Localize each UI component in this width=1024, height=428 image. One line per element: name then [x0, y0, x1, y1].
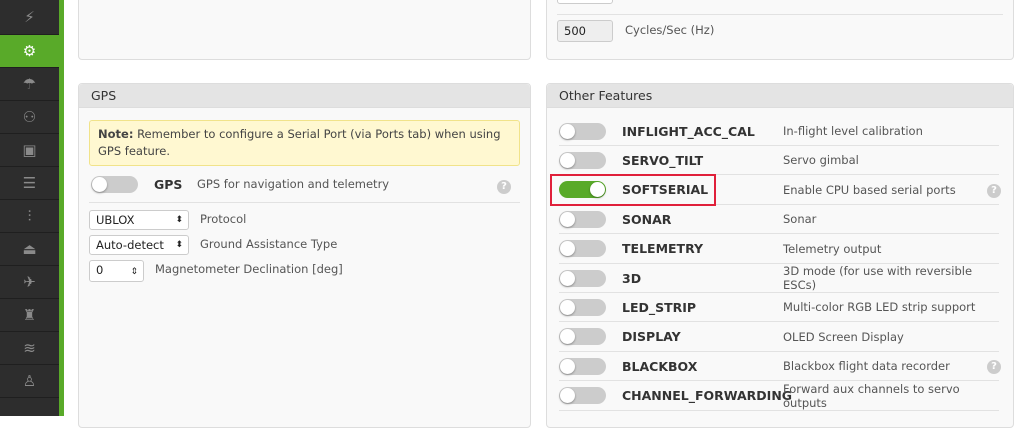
feature-toggle[interactable]	[559, 122, 606, 140]
feature-row: INFLIGHT_ACC_CAL In-flight level calibrat…	[559, 117, 999, 146]
feature-desc: In-flight level calibration	[783, 124, 923, 138]
sidebar: ⚡ ⚙ ☂ ⚇ ▣ ☰ ⫶ ⏏ ✈ ♜ ≋ ♙	[0, 0, 59, 416]
sidebar-item-robot[interactable]: ▣	[0, 134, 59, 167]
gps-note: Note: Remember to configure a Serial Por…	[89, 120, 520, 166]
plug-pin-icon: ♙	[22, 372, 37, 390]
feature-desc: Sonar	[783, 212, 817, 227]
feature-row: DISPLAY OLED Screen Display	[559, 323, 999, 352]
highlight-box	[550, 174, 716, 206]
feature-desc: Multi-color RGB LED strip support	[783, 300, 976, 315]
feature-desc: OLED Screen Display	[783, 329, 904, 344]
sidebar-item-gear[interactable]: ⚙	[0, 35, 59, 68]
feature-desc: 3D mode (for use with reversible ESCs)	[783, 264, 973, 292]
switches-icon: ☰	[22, 174, 37, 192]
sidebar-item-motor[interactable]: ⏏	[0, 233, 59, 266]
sidebar-item-switches[interactable]: ☰	[0, 167, 59, 200]
feature-name: TELEMETRY	[622, 241, 704, 257]
feature-toggle[interactable]	[559, 298, 606, 316]
feature-toggle[interactable]	[559, 269, 606, 287]
led-icon: ♜	[22, 306, 37, 324]
protocol-select[interactable]: UBLOX ⬍	[89, 210, 189, 230]
ground-assistance-select[interactable]: Auto-detect ⬍	[89, 235, 189, 255]
feature-row: BLACKBOX Blackbox flight data recorder?	[559, 352, 1001, 382]
parachute-icon: ☂	[22, 75, 37, 93]
sidebar-item-parachute[interactable]: ☂	[0, 68, 59, 101]
feature-desc: Enable CPU based serial ports	[783, 182, 956, 197]
sidebar-item-radio[interactable]: ≋	[0, 332, 59, 365]
hierarchy-icon: ⚇	[22, 108, 37, 126]
sidebar-item-satellite[interactable]: ✈	[0, 266, 59, 299]
gps-toggle[interactable]	[91, 176, 138, 193]
radio-icon: ≋	[23, 339, 36, 357]
feature-name: INFLIGHT_ACC_CAL	[622, 123, 755, 139]
select-arrows-icon: ⬍	[175, 240, 183, 250]
feature-desc: Telemetry output	[783, 241, 882, 256]
feature-row: 3D 3D mode (for use with reversible ESCs)	[559, 264, 999, 293]
sidebar-item-plug-pin[interactable]: ♙	[0, 365, 59, 398]
gear-icon: ⚙	[22, 42, 37, 60]
protocol-label: Protocol	[200, 212, 247, 226]
gps-toggle-desc: GPS for navigation and telemetry	[197, 177, 390, 191]
feature-toggle[interactable]	[559, 357, 606, 375]
feature-row: CHANNEL_FORWARDING Forward aux channels t…	[559, 382, 999, 411]
sidebar-accent-stripe	[59, 0, 64, 416]
mag-declination-input[interactable]: 0 ⇕	[89, 260, 144, 282]
feature-toggle[interactable]	[559, 328, 606, 346]
plug-icon: ⚡	[24, 8, 35, 26]
help-icon[interactable]: ?	[497, 180, 511, 194]
mag-value: 0	[96, 263, 104, 277]
top-right-panel: 2000 500 Cycles/Sec (Hz)	[546, 0, 1014, 60]
gps-title: GPS	[79, 84, 530, 108]
feature-toggle[interactable]	[559, 240, 606, 258]
sidebar-item-led[interactable]: ♜	[0, 299, 59, 332]
sidebar-item-hierarchy[interactable]: ⚇	[0, 101, 59, 134]
feature-toggle[interactable]	[559, 387, 606, 405]
note-text: Remember to configure a Serial Port (via…	[98, 127, 501, 158]
sliders-icon: ⫶	[27, 207, 32, 225]
top-left-panel	[78, 0, 531, 60]
feature-row: SONAR Sonar	[559, 205, 999, 235]
feature-desc: Forward aux channels to servo outputs	[783, 381, 960, 410]
gps-panel: GPS Note: Remember to configure a Serial…	[78, 83, 531, 428]
stepper-icon[interactable]: ⇕	[130, 263, 138, 281]
feature-row: TELEMETRY Telemetry output	[559, 235, 999, 264]
sidebar-item-plug[interactable]: ⚡	[0, 0, 59, 35]
sidebar-item-sliders[interactable]: ⫶	[0, 200, 59, 233]
help-icon[interactable]: ?	[987, 183, 1001, 198]
mag-label: Magnetometer Declination [deg]	[155, 262, 343, 276]
select-arrows-icon: ⬍	[175, 215, 183, 225]
note-label: Note:	[98, 127, 134, 141]
feature-toggle[interactable]	[559, 210, 606, 228]
feature-name: 3D	[622, 270, 642, 286]
feature-name: SERVO_TILT	[622, 152, 704, 168]
satellite-icon: ✈	[23, 273, 36, 291]
other-features-title: Other Features	[547, 84, 1013, 108]
feature-desc: Servo gimbal	[783, 153, 859, 168]
partial-input[interactable]: 2000	[557, 0, 613, 4]
feature-name: SONAR	[622, 211, 672, 227]
rate-input[interactable]: 500	[557, 20, 613, 42]
help-icon[interactable]: ?	[987, 360, 1001, 375]
feature-row: SERVO_TILT Servo gimbal	[559, 146, 999, 176]
feature-name: DISPLAY	[622, 329, 681, 345]
ground-value: Auto-detect	[96, 238, 164, 252]
protocol-value: UBLOX	[96, 213, 135, 227]
gps-toggle-name: GPS	[154, 177, 183, 192]
other-features-panel: Other Features INFLIGHT_ACC_CAL In-flight…	[546, 83, 1014, 428]
feature-toggle[interactable]	[559, 151, 606, 169]
ground-label: Ground Assistance Type	[200, 237, 338, 251]
feature-desc: Blackbox flight data recorder	[783, 359, 950, 374]
motor-icon: ⏏	[22, 240, 37, 258]
feature-name: CHANNEL_FORWARDING	[622, 388, 793, 404]
feature-name: BLACKBOX	[622, 358, 698, 374]
feature-name: LED_STRIP	[622, 299, 697, 315]
robot-icon: ▣	[22, 141, 37, 159]
rate-label: Cycles/Sec (Hz)	[625, 23, 715, 37]
feature-row: LED_STRIP Multi-color RGB LED strip suppo…	[559, 293, 999, 323]
